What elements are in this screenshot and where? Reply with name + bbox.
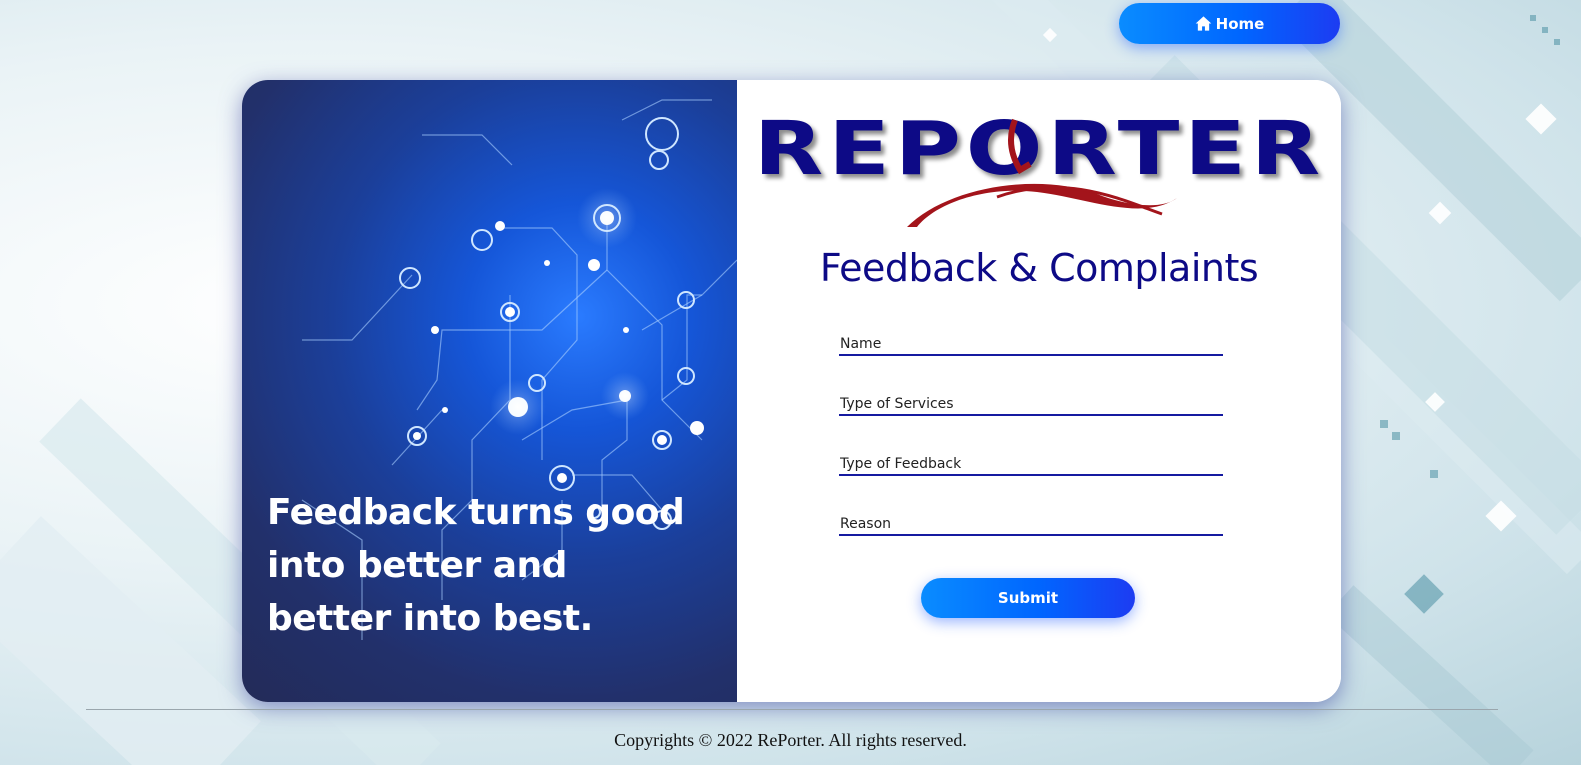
form-panel: REPORTER Feedback & Complaints Submit: [737, 80, 1341, 702]
submit-button[interactable]: Submit: [921, 578, 1135, 618]
home-button-label: Home: [1215, 14, 1265, 33]
home-button[interactable]: Home: [1119, 3, 1340, 44]
footer-divider: [86, 709, 1498, 710]
hero-tagline: Feedback turns good into better and bett…: [267, 492, 685, 639]
reason-field[interactable]: [839, 514, 1223, 536]
home-icon: [1195, 16, 1211, 31]
name-field[interactable]: [839, 334, 1223, 356]
form-title: Feedback & Complaints: [819, 246, 1259, 290]
hero-panel: Feedback turns good into better and bett…: [242, 80, 737, 702]
footer-copyright: Copyrights © 2022 RePorter. All rights r…: [614, 730, 967, 750]
service-type-field[interactable]: [839, 394, 1223, 416]
feedback-type-field[interactable]: [839, 454, 1223, 476]
feedback-card: Feedback turns good into better and bett…: [242, 80, 1341, 702]
reporter-logo: REPORTER: [754, 102, 1320, 227]
logo-swoosh-icon: [907, 118, 1177, 227]
